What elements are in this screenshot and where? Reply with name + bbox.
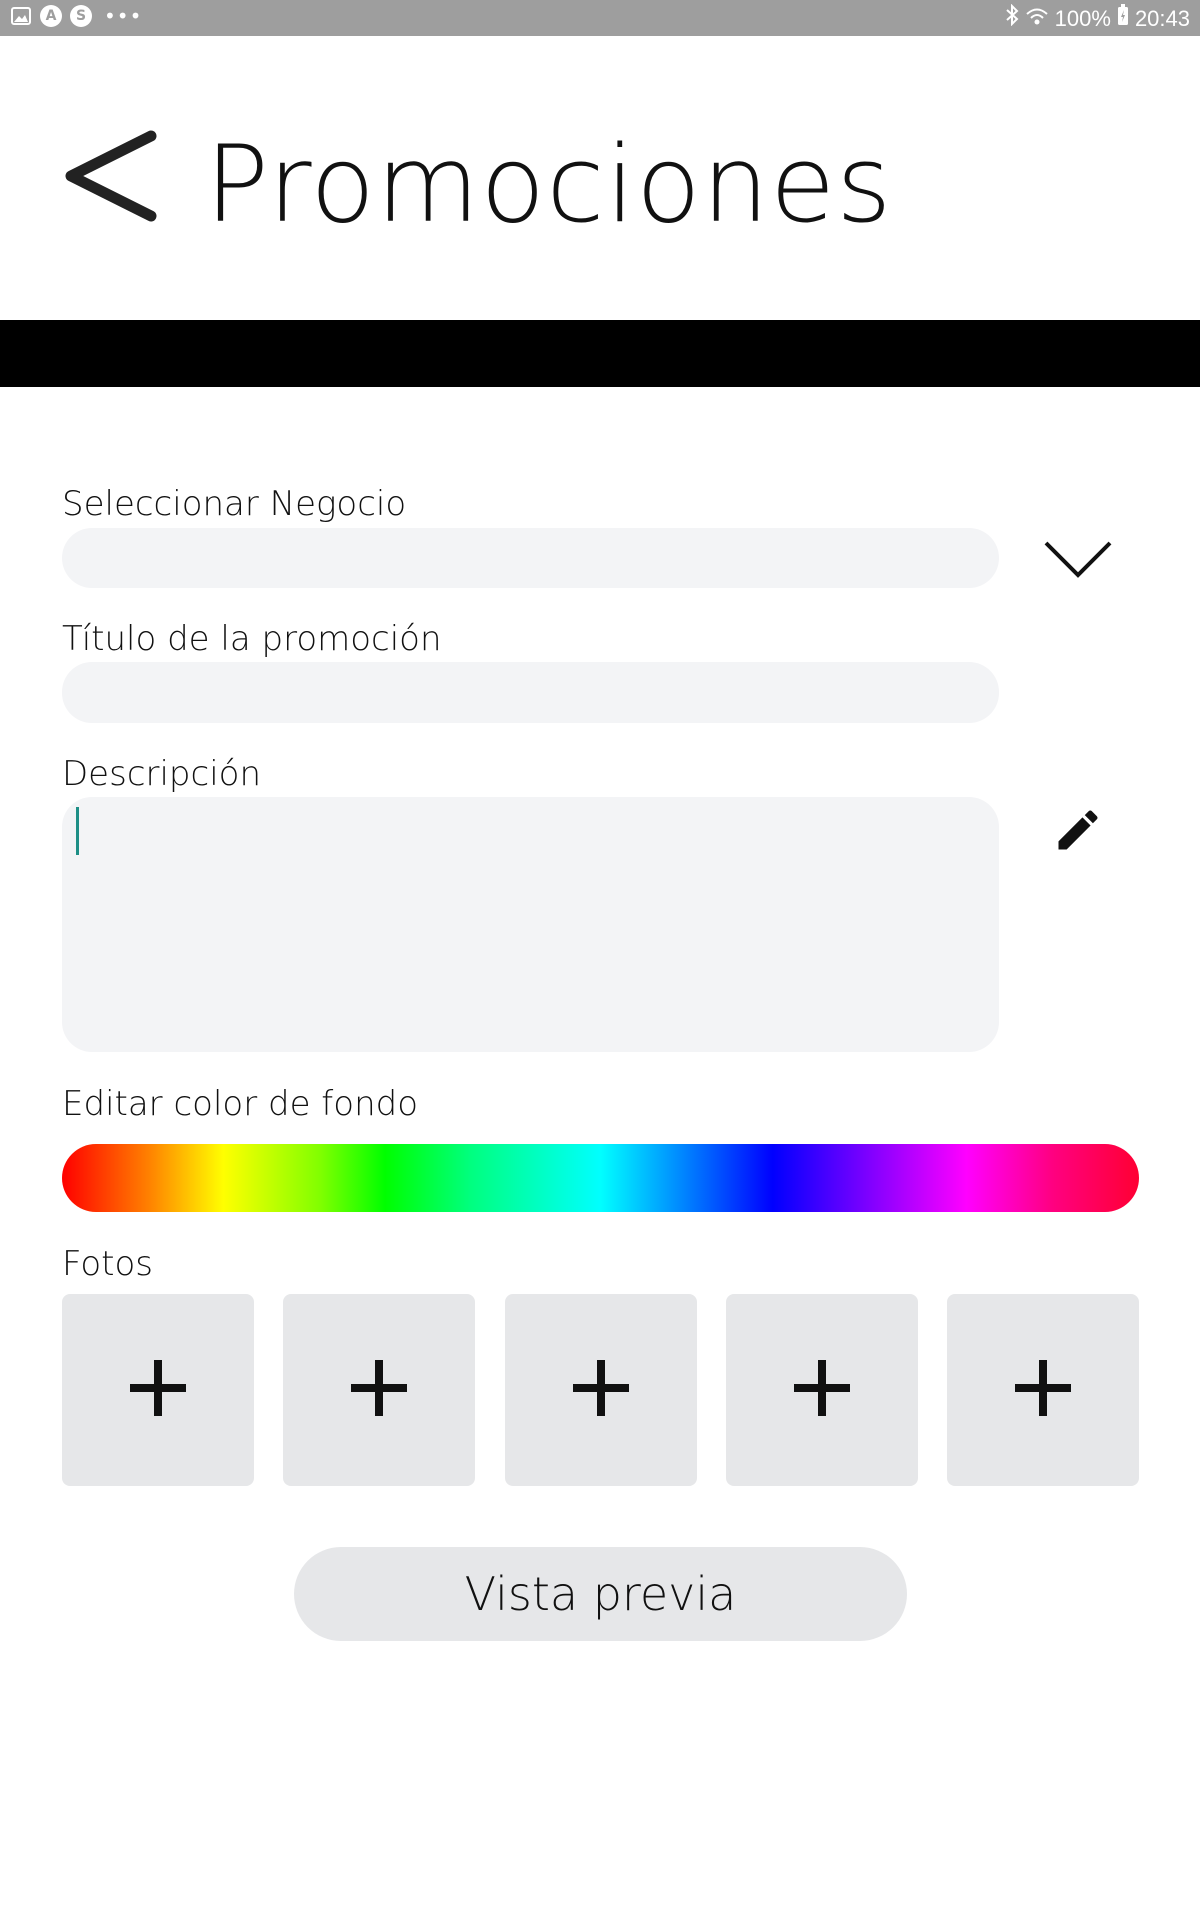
header-band — [0, 320, 1200, 387]
text-caret — [76, 807, 79, 855]
add-photo-button[interactable] — [504, 1294, 697, 1486]
s-circle-icon: S — [70, 5, 92, 27]
description-field[interactable] — [62, 797, 999, 1052]
status-bar: A S ••• 100% 20:43 — [0, 0, 1200, 36]
description-textarea[interactable] — [62, 797, 999, 1052]
photos-label: Fotos — [62, 1244, 153, 1284]
plus-icon — [571, 1358, 631, 1422]
more-dots-icon: ••• — [104, 4, 143, 28]
business-input[interactable] — [62, 528, 999, 588]
a-circle-icon: A — [40, 5, 62, 27]
chevron-left-icon — [61, 128, 161, 232]
clock: 20:43 — [1134, 5, 1190, 31]
chevron-down-icon — [1043, 539, 1113, 585]
background-color-label: Editar color de fondo — [62, 1084, 419, 1124]
add-photo-button[interactable] — [283, 1294, 476, 1486]
status-bar-left: A S ••• — [10, 5, 142, 27]
wifi-icon — [1025, 5, 1049, 33]
add-photo-button[interactable] — [725, 1294, 918, 1486]
add-photo-button[interactable] — [62, 1294, 254, 1486]
page-title: Promociones — [205, 123, 893, 246]
preview-button[interactable]: Vista previa — [294, 1547, 907, 1641]
pencil-icon — [1052, 804, 1104, 860]
photo-slots — [62, 1294, 1139, 1486]
plus-icon — [128, 1358, 188, 1422]
plus-icon — [792, 1358, 852, 1422]
bluetooth-icon — [1005, 3, 1019, 33]
plus-icon — [349, 1358, 409, 1422]
promo-title-field[interactable] — [62, 662, 999, 723]
status-bar-right: 100% 20:43 — [1005, 3, 1190, 33]
plus-icon — [1013, 1358, 1073, 1422]
promo-title-input[interactable] — [62, 662, 999, 723]
back-button[interactable] — [56, 125, 166, 235]
business-dropdown-button[interactable] — [1040, 530, 1116, 594]
battery-percent: 100% — [1054, 5, 1111, 31]
add-photo-button[interactable] — [947, 1294, 1139, 1486]
description-label: Descripción — [62, 754, 262, 794]
promo-title-label: Título de la promoción — [62, 619, 442, 659]
business-label: Seleccionar Negocio — [62, 484, 407, 524]
business-select[interactable] — [62, 528, 999, 588]
edit-description-button[interactable] — [1046, 800, 1110, 864]
color-picker-slider[interactable] — [62, 1144, 1139, 1212]
battery-icon — [1117, 4, 1129, 33]
image-icon — [10, 5, 32, 27]
